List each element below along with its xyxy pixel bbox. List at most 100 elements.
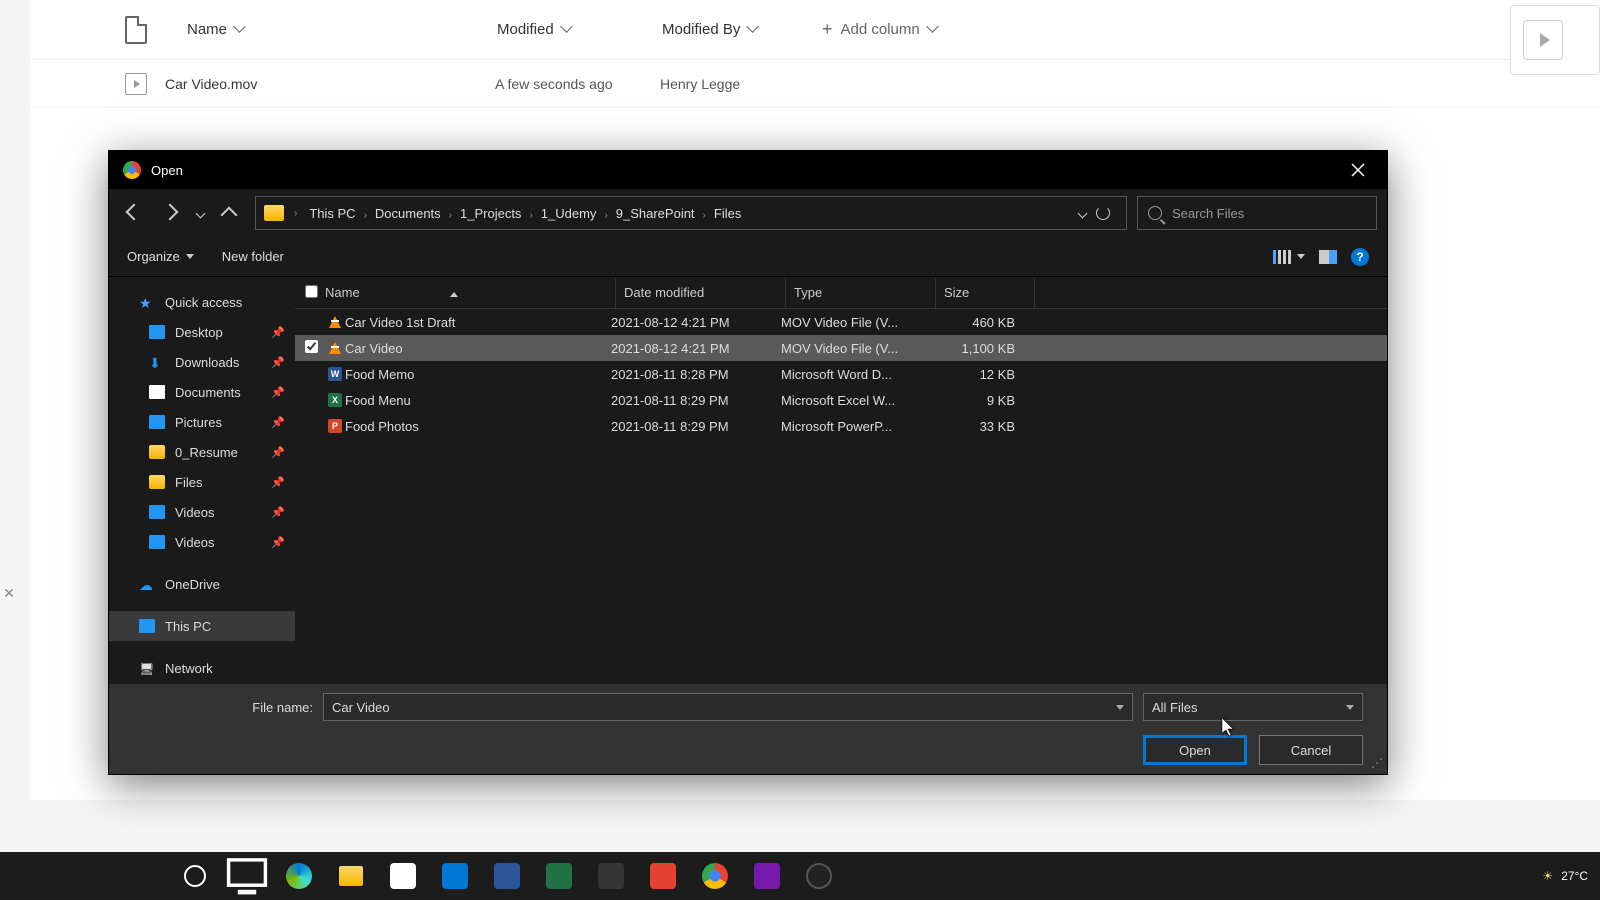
sidebar-item-desktop[interactable]: Desktop📌	[109, 317, 295, 347]
dialog-titlebar: Open	[109, 151, 1387, 189]
store-icon	[390, 863, 416, 889]
chevron-down-icon	[562, 24, 574, 36]
forward-button[interactable]	[155, 197, 187, 229]
chevron-right-icon: ›	[292, 208, 299, 219]
sidebar-item-documents[interactable]: Documents📌	[109, 377, 295, 407]
caret-down-icon[interactable]	[1079, 210, 1086, 217]
taskbar-app[interactable]	[588, 855, 634, 897]
sort-asc-icon	[450, 285, 458, 300]
dialog-sidebar: Quick access Desktop📌Downloads📌Documents…	[109, 277, 295, 684]
taskbar-explorer[interactable]	[328, 855, 374, 897]
file-size: 12 KB	[931, 367, 1023, 382]
taskbar: ☀ 27°C	[0, 852, 1600, 900]
row-checkbox[interactable]	[295, 340, 325, 356]
taskbar-word[interactable]	[484, 855, 530, 897]
file-modified-by: Henry Legge	[660, 76, 740, 92]
mouse-cursor	[1222, 718, 1236, 738]
sidebar-item-pictures[interactable]: Pictures📌	[109, 407, 295, 437]
file-name-input[interactable]: Car Video	[323, 693, 1133, 721]
column-name[interactable]: Name	[187, 21, 497, 38]
sidebar-item-downloads[interactable]: Downloads📌	[109, 347, 295, 377]
sidebar-item-0-resume[interactable]: 0_Resume📌	[109, 437, 295, 467]
breadcrumb-segment[interactable]: This PC	[303, 202, 361, 225]
header-size[interactable]: Size	[935, 277, 1035, 308]
sidebar-network[interactable]: Network	[109, 653, 295, 683]
taskbar-chrome[interactable]	[692, 855, 738, 897]
excel-icon	[546, 863, 572, 889]
file-row[interactable]: PFood Photos2021-08-11 8:29 PMMicrosoft …	[295, 413, 1387, 439]
sharepoint-file-row[interactable]: Car Video.mov A few seconds ago Henry Le…	[30, 60, 1600, 108]
breadcrumb-segment[interactable]: 1_Projects	[454, 202, 527, 225]
pin-icon: 📌	[271, 476, 285, 489]
search-input[interactable]: Search Files	[1137, 196, 1377, 230]
view-mode-button[interactable]	[1273, 250, 1305, 264]
header-type[interactable]: Type	[785, 277, 935, 308]
open-button[interactable]: Open	[1143, 735, 1247, 765]
file-type: Microsoft PowerP...	[781, 419, 931, 434]
help-button[interactable]: ?	[1351, 248, 1369, 266]
breadcrumb-segment[interactable]: 9_SharePoint	[610, 202, 701, 225]
taskbar-search[interactable]	[172, 855, 218, 897]
taskbar-system-tray[interactable]: ☀ 27°C	[1542, 869, 1588, 883]
back-button[interactable]	[119, 197, 151, 229]
cancel-button[interactable]: Cancel	[1259, 735, 1363, 765]
taskbar-store[interactable]	[380, 855, 426, 897]
arrow-forward-icon	[164, 206, 178, 220]
file-name: Car Video 1st Draft	[345, 315, 611, 330]
taskbar-edge[interactable]	[276, 855, 322, 897]
sidebar-item-videos[interactable]: Videos📌	[109, 527, 295, 557]
file-type-select[interactable]: All Files	[1143, 693, 1363, 721]
header-date[interactable]: Date modified	[615, 277, 785, 308]
word-icon: W	[325, 367, 345, 381]
refresh-icon[interactable]	[1096, 206, 1110, 220]
resize-grip[interactable]: ⋰	[1371, 756, 1383, 770]
file-row[interactable]: WFood Memo2021-08-11 8:28 PMMicrosoft Wo…	[295, 361, 1387, 387]
sidebar-onedrive[interactable]: OneDrive	[109, 569, 295, 599]
chrome-icon	[123, 161, 141, 179]
taskbar-mail[interactable]	[432, 855, 478, 897]
file-date: 2021-08-11 8:28 PM	[611, 367, 781, 382]
recent-dropdown[interactable]	[191, 197, 209, 229]
todoist-icon	[650, 863, 676, 889]
up-button[interactable]	[213, 197, 245, 229]
sidebar-item-files[interactable]: Files📌	[109, 467, 295, 497]
file-name: Car Video	[345, 341, 611, 356]
dialog-nav: › This PC›Documents›1_Projects›1_Udemy›9…	[109, 189, 1387, 237]
taskbar-todoist[interactable]	[640, 855, 686, 897]
taskbar-obs[interactable]	[796, 855, 842, 897]
file-modified: A few seconds ago	[495, 76, 660, 92]
obs-icon	[806, 863, 832, 889]
chevron-right-icon: ›	[527, 210, 534, 221]
breadcrumb-segment[interactable]: Documents	[369, 202, 447, 225]
taskbar-onenote[interactable]	[744, 855, 790, 897]
breadcrumb-segment[interactable]: 1_Udemy	[535, 202, 603, 225]
taskbar-excel[interactable]	[536, 855, 582, 897]
close-button[interactable]	[1343, 155, 1373, 185]
arrow-back-icon	[128, 206, 142, 220]
file-row[interactable]: Car Video2021-08-12 4:21 PMMOV Video Fil…	[295, 335, 1387, 361]
add-column-button[interactable]: +Add column	[822, 19, 940, 40]
document-icon	[125, 16, 147, 44]
header-name[interactable]: Name	[325, 285, 615, 300]
close-icon[interactable]: ✕	[0, 585, 18, 603]
sidebar-this-pc[interactable]: This PC	[109, 611, 295, 641]
dialog-title-text: Open	[151, 163, 183, 178]
preview-pane-button[interactable]	[1319, 250, 1337, 264]
select-all-checkbox[interactable]	[295, 285, 325, 301]
breadcrumb-segment[interactable]: Files	[708, 202, 747, 225]
sidebar-item-label: Documents	[175, 385, 241, 400]
organize-button[interactable]: Organize	[127, 249, 194, 264]
file-row[interactable]: Car Video 1st Draft2021-08-12 4:21 PMMOV…	[295, 309, 1387, 335]
new-folder-button[interactable]: New folder	[222, 249, 284, 264]
sidebar-quick-access[interactable]: Quick access	[109, 287, 295, 317]
breadcrumb-bar[interactable]: › This PC›Documents›1_Projects›1_Udemy›9…	[255, 196, 1127, 230]
chrome-icon	[702, 863, 728, 889]
column-modified[interactable]: Modified	[497, 21, 662, 38]
taskbar-task-view[interactable]	[224, 855, 270, 897]
file-row[interactable]: XFood Menu2021-08-11 8:29 PMMicrosoft Ex…	[295, 387, 1387, 413]
column-modified-by[interactable]: Modified By	[662, 21, 822, 38]
sidebar-item-videos[interactable]: Videos📌	[109, 497, 295, 527]
plus-icon: +	[822, 19, 833, 40]
star-icon	[139, 295, 155, 309]
task-view-icon	[224, 853, 270, 899]
